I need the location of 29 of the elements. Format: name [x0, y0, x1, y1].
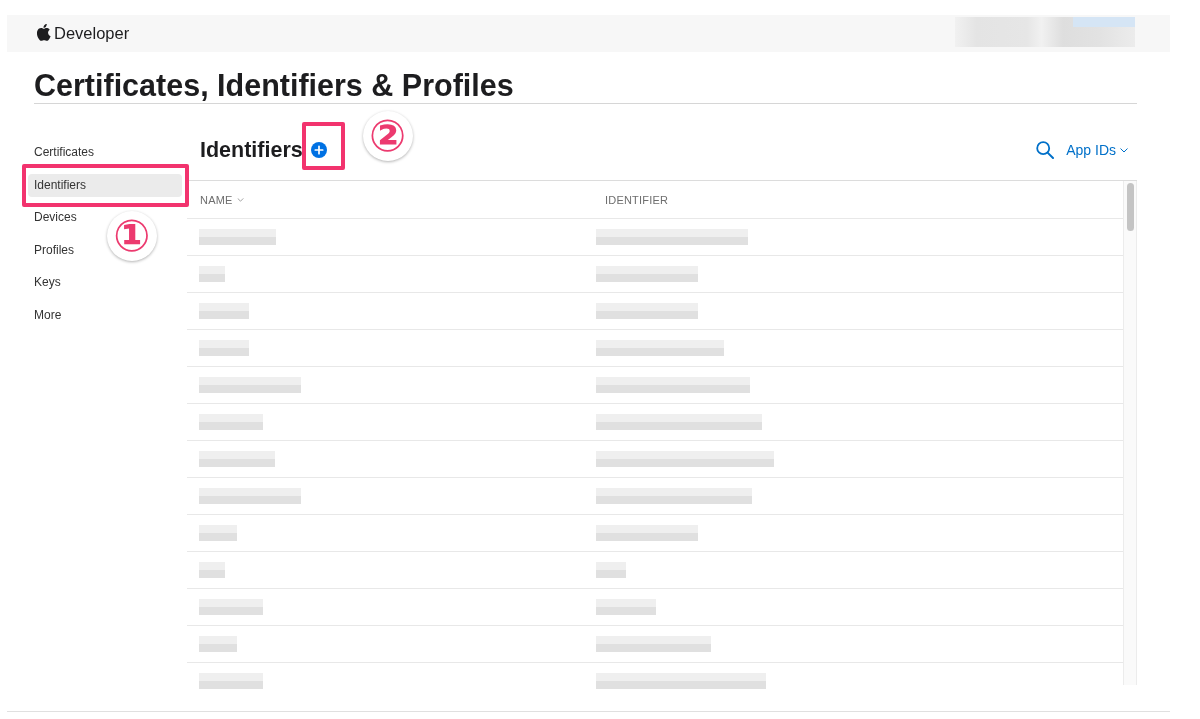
blurred-text [199, 414, 263, 430]
chevron-down-icon [1120, 147, 1128, 153]
section-title: Identifiers [200, 137, 303, 163]
blurred-text [199, 266, 225, 282]
highlight-frame [301, 122, 345, 170]
filter-dropdown[interactable]: App IDs [1066, 142, 1128, 158]
scrollbar-thumb[interactable] [1127, 183, 1134, 231]
blurred-text [199, 599, 263, 615]
blurred-text [199, 673, 263, 689]
blurred-text [199, 525, 237, 541]
brand-link[interactable]: Developer [54, 24, 130, 43]
column-header[interactable]: NAME [200, 193, 244, 206]
blurred-text [199, 340, 249, 356]
search-icon[interactable] [1036, 141, 1055, 159]
blurred-text [596, 562, 626, 578]
step-marker: ① [107, 210, 157, 261]
step-marker: ② [362, 111, 413, 161]
sidebar-item[interactable]: Keys [28, 271, 182, 294]
blurred-text [199, 303, 249, 319]
column-header[interactable]: IDENTIFIER [605, 193, 669, 206]
add-icon[interactable] [310, 142, 327, 158]
page-title: Certificates, Identifiers & Profiles [34, 68, 1137, 104]
apple-icon[interactable] [37, 23, 51, 41]
sidebar-item[interactable]: Certificates [28, 141, 182, 164]
blurred-text [199, 562, 225, 578]
blurred-text [199, 636, 237, 652]
sidebar-item[interactable]: More [28, 303, 182, 327]
sidebar-item[interactable]: Identifiers [28, 173, 182, 197]
blurred-text [596, 599, 656, 615]
